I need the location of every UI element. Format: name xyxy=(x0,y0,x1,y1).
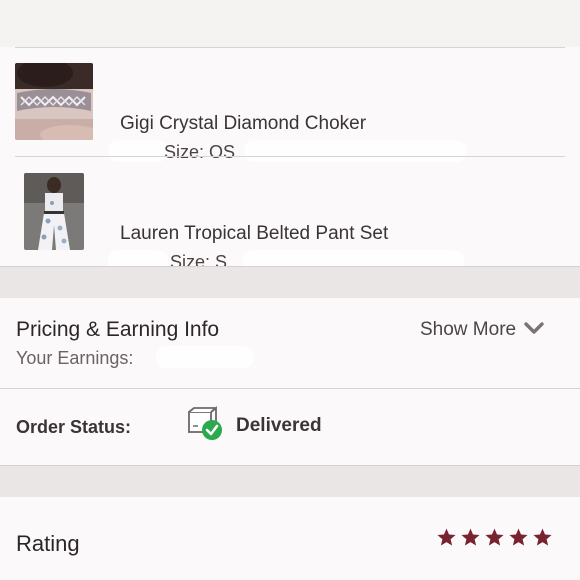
star-icon xyxy=(485,528,504,546)
order-items-list: Gigi Crystal Diamond Choker Size: OS Lau… xyxy=(0,47,580,272)
section-gap xyxy=(0,267,580,298)
pricing-section xyxy=(0,298,580,388)
order-details-screen: Gigi Crystal Diamond Choker Size: OS Lau… xyxy=(0,0,580,580)
star-icon xyxy=(461,528,480,546)
show-more-label: Show More xyxy=(420,319,517,340)
order-status-value: Delivered xyxy=(236,415,322,436)
star-icon xyxy=(437,528,456,546)
show-more-button[interactable]: Show More xyxy=(420,319,544,341)
item-thumbnail[interactable] xyxy=(15,63,93,140)
order-status-label: Order Status: xyxy=(16,417,132,437)
star-icon xyxy=(509,528,528,546)
pricing-title: Pricing & Earning Info xyxy=(16,318,220,341)
star-rating xyxy=(436,527,553,548)
rating-label: Rating xyxy=(16,531,80,556)
section-gap xyxy=(0,466,580,497)
item-thumbnail[interactable] xyxy=(24,173,84,250)
list-item[interactable]: Gigi Crystal Diamond Choker Size: OS xyxy=(0,47,580,162)
redacted-area xyxy=(156,346,254,368)
item-name: Gigi Crystal Diamond Choker xyxy=(120,113,367,134)
star-icon xyxy=(533,528,552,546)
top-strip xyxy=(0,0,580,47)
item-name: Lauren Tropical Belted Pant Set xyxy=(120,223,389,244)
package-delivered-icon xyxy=(186,406,226,447)
list-item[interactable]: Lauren Tropical Belted Pant Set Size: S xyxy=(0,157,580,272)
earnings-label: Your Earnings: xyxy=(16,348,134,368)
chevron-down-icon xyxy=(524,319,544,341)
